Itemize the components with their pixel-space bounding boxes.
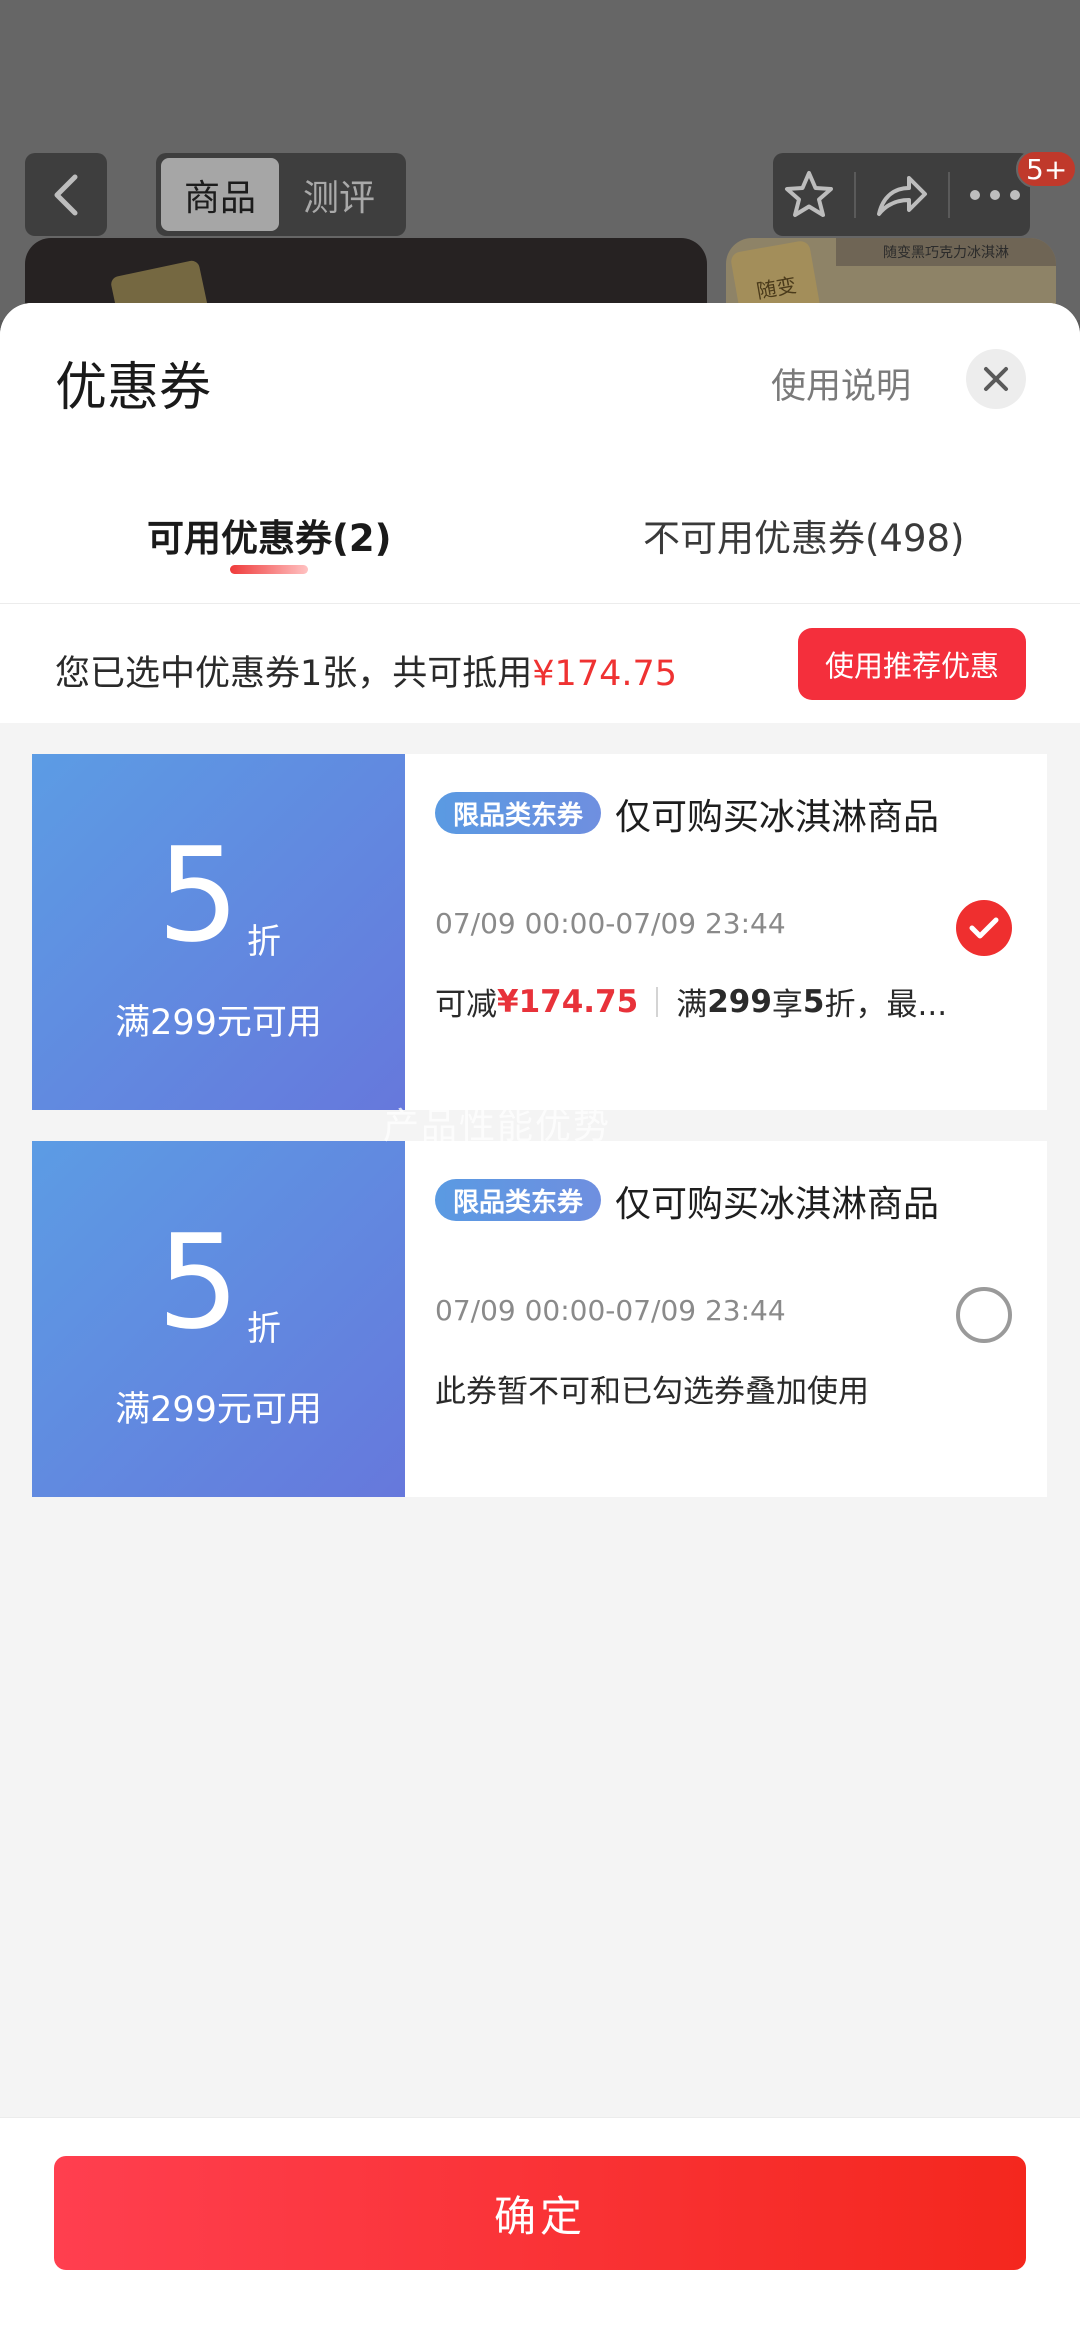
coupon-value-panel: 5 折 满299元可用 — [25, 1141, 405, 1497]
rule-suffix: 折，最... — [824, 987, 948, 1023]
discount-condition: 满299元可用 — [115, 1003, 322, 1043]
coupon-info-panel: 限品类东券 仅可购买冰淇淋商品 07/09 00:00-07/09 23:44 … — [405, 1141, 1047, 1497]
coupon-sheet: 优惠券 使用说明 可用优惠券(2) 不可用优惠券(498) 您已选中优惠券1张，… — [0, 303, 1080, 2344]
deduct-prefix: 可减 — [435, 987, 497, 1023]
coupon-select-checkbox[interactable] — [956, 900, 1012, 956]
thumbnail-banner: 随变黑巧克力冰淇淋 — [836, 238, 1056, 266]
use-recommended-button[interactable]: 使用推荐优惠 — [798, 628, 1026, 700]
usage-help-link[interactable]: 使用说明 — [771, 358, 911, 409]
product-page-backdrop: 商品 测评 5+ 随变黑巧克力冰淇淋 随变 — [0, 0, 1080, 320]
coupon-detail: 可减 ¥174.75 满 299 享 5 折，最... — [435, 979, 947, 1024]
summary-text: 您已选中优惠券1张，共可抵用¥174.75 — [55, 645, 677, 696]
notification-badge: 5+ — [1016, 150, 1078, 188]
coupon-validity: 07/09 00:00-07/09 23:44 — [435, 1294, 786, 1327]
coupon-value-panel: 5 折 满299元可用 — [25, 754, 405, 1110]
sheet-footer: 确定 — [0, 2117, 1080, 2344]
summary-amount: ¥174.75 — [532, 654, 678, 694]
product-segment-control: 商品 测评 — [156, 153, 406, 236]
close-button[interactable] — [966, 349, 1026, 409]
discount-value: 5 — [157, 819, 240, 971]
rule-discount: 5 — [802, 983, 825, 1020]
discount-unit: 折 — [247, 922, 281, 962]
sheet-header: 优惠券 使用说明 可用优惠券(2) 不可用优惠券(498) — [0, 303, 1080, 603]
active-tab-indicator — [230, 565, 308, 574]
coupon-note: 此券暂不可和已勾选券叠加使用 — [435, 1374, 869, 1410]
coupon-card[interactable]: 5 折 满299元可用 限品类东券 仅可购买冰淇淋商品 07/09 00:00-… — [25, 1141, 1047, 1497]
close-icon — [984, 367, 1008, 391]
rule-prefix: 满 — [676, 987, 708, 1023]
coupon-category-tag: 限品类东券 — [435, 792, 602, 834]
rule-threshold: 299 — [707, 983, 772, 1020]
tab-review[interactable]: 测评 — [279, 158, 399, 231]
discount-condition: 满299元可用 — [115, 1390, 322, 1430]
detail-divider — [656, 986, 659, 1017]
toolbar-divider — [853, 171, 856, 218]
tab-unavailable-coupons[interactable]: 不可用优惠券(498) — [643, 508, 965, 562]
top-right-toolbar — [773, 153, 1030, 236]
discount-unit: 折 — [247, 1309, 281, 1349]
more-icon[interactable] — [969, 189, 1021, 201]
coupon-info-panel: 限品类东券 仅可购买冰淇淋商品 07/09 00:00-07/09 23:44 … — [405, 754, 1047, 1110]
coupon-validity: 07/09 00:00-07/09 23:44 — [435, 907, 786, 940]
chevron-left-icon — [54, 174, 78, 215]
coupon-name: 仅可购买冰淇淋商品 — [615, 1184, 940, 1225]
summary-prefix: 您已选中优惠券1张，共可抵用 — [55, 654, 533, 694]
coupon-card[interactable]: 5 折 满299元可用 限品类东券 仅可购买冰淇淋商品 07/09 00:00-… — [25, 754, 1047, 1110]
coupon-name: 仅可购买冰淇淋商品 — [615, 797, 940, 838]
deduct-amount: ¥174.75 — [497, 983, 639, 1020]
back-button[interactable] — [25, 153, 107, 236]
coupon-category-tag: 限品类东券 — [435, 1179, 602, 1221]
tab-available-coupons[interactable]: 可用优惠券(2) — [147, 508, 392, 562]
checkmark-icon — [969, 917, 999, 939]
watermark: 产品性能优势 — [383, 1106, 612, 1147]
sheet-title: 优惠券 — [55, 358, 212, 418]
rule-middle: 享 — [771, 987, 803, 1023]
star-icon[interactable] — [783, 169, 835, 221]
coupon-select-checkbox[interactable] — [956, 1287, 1012, 1343]
share-icon[interactable] — [875, 172, 929, 218]
selection-summary: 您已选中优惠券1张，共可抵用¥174.75 使用推荐优惠 — [0, 603, 1080, 723]
discount-value: 5 — [157, 1206, 240, 1358]
toolbar-divider — [947, 171, 950, 218]
tab-product[interactable]: 商品 — [161, 158, 279, 231]
confirm-button[interactable]: 确定 — [54, 2156, 1026, 2270]
